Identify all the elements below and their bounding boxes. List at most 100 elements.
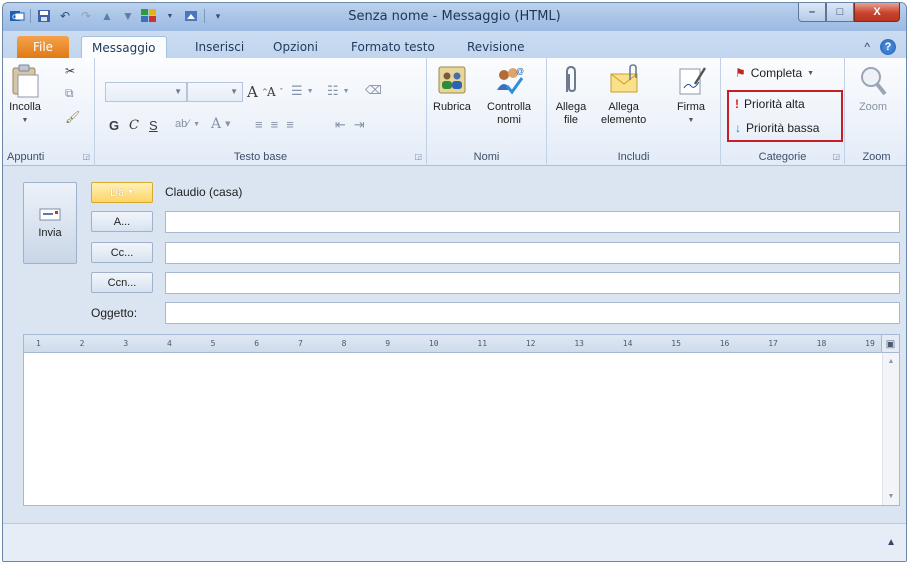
rubrica-button[interactable]: Rubrica [433,64,471,114]
appunti-dialog-launcher-icon[interactable]: ◲ [82,152,90,161]
completa-button[interactable]: ⚑ Completa ▼ [735,66,814,80]
clear-formatting-button[interactable]: ⌫ [365,83,382,97]
signature-icon [679,67,707,95]
scroll-down-icon[interactable]: ▼ [883,488,899,505]
tab-messaggio[interactable]: Messaggio [81,36,167,58]
ruler-mark: 7 [297,339,303,348]
priorita-bassa-button[interactable]: ↓ Priorità bassa [735,121,819,135]
ruler-toggle-icon[interactable]: ▣ [881,335,899,352]
paste-button[interactable]: Incolla ▼ [9,64,41,127]
firma-button[interactable]: Firma ▼ [675,64,707,127]
allega-elemento-button[interactable]: Allega elemento [601,64,646,127]
font-name-combo[interactable]: ▼ [105,82,187,102]
ruler-mark: 18 [816,339,827,348]
shrink-font-button[interactable]: Aˇ [267,85,283,99]
grow-font-button[interactable]: A ^ [247,83,268,101]
bullets-button[interactable]: ☰ ▼ [291,83,314,99]
close-button[interactable]: X [854,3,900,22]
cc-button[interactable]: Cc... [91,242,153,263]
underline-button[interactable]: S [149,118,158,133]
group-includi: Allega file Allega elemento Firma ▼ Incl… [547,58,721,166]
group-label-zoom: Zoom [862,151,891,163]
paperclip-icon [566,65,576,93]
group-zoom: Zoom Zoom [845,58,906,166]
ruler-mark: 8 [341,339,347,348]
bcc-button[interactable]: Ccn... [91,272,153,293]
tab-revisione[interactable]: Revisione [457,36,535,58]
zoom-button[interactable]: Zoom [857,64,889,114]
testo-base-dialog-launcher-icon[interactable]: ◲ [414,152,422,161]
highlight-button[interactable]: ab⁄ ▼ [175,118,200,130]
cut-button[interactable]: ✂ [65,64,75,78]
expand-people-pane-icon[interactable]: ▲ [886,537,896,548]
font-size-dropdown-icon[interactable]: ▼ [230,87,238,96]
numbering-button[interactable]: ☷ ▼ [327,83,350,99]
format-painter-button[interactable]: 🖌 [65,110,80,124]
ribbon-tabs: File Messaggio Inserisci Opzioni Formato… [3,31,906,58]
send-button[interactable]: Invia [23,182,77,264]
categorie-dialog-launcher-icon[interactable]: ◲ [832,152,840,161]
controlla-nomi-button[interactable]: @ Controlla nomi [487,64,531,127]
align-center-icon[interactable]: ≡ [271,117,279,132]
bullets-icon: ☰ [291,83,303,98]
title-bar: o ↶ ↷ ▲ ▼ ▼ ▾ Senza nome - Messaggio (HT… [3,3,906,31]
flag-icon: ⚑ [735,66,746,80]
tab-file[interactable]: File [17,36,69,58]
ruler[interactable]: 1 2 3 4 5 6 7 8 9 10 11 12 13 14 15 16 1… [23,334,900,352]
bcc-field[interactable] [165,272,900,294]
high-importance-icon: ! [735,97,739,111]
tab-formato-testo[interactable]: Formato testo [341,36,445,58]
minimize-button[interactable]: – [798,3,826,22]
help-icon[interactable]: ? [880,39,896,55]
tab-inserisci[interactable]: Inserisci [185,36,254,58]
vertical-scrollbar[interactable]: ▲ ▼ [882,353,899,505]
message-body[interactable]: ▲ ▼ [23,352,900,506]
group-label-categorie: Categorie [758,151,807,163]
priorita-alta-button[interactable]: ! Priorità alta [735,97,805,111]
firma-label: Firma [676,101,706,113]
align-left-icon[interactable]: ≡ [255,117,263,132]
to-field[interactable] [165,211,900,233]
copy-icon: ⧉ [65,86,74,100]
ruler-mark: 3 [123,339,129,348]
minimize-ribbon-icon[interactable]: ^ [864,40,870,54]
italic-label: C [129,118,139,133]
allega-file-button[interactable]: Allega file [555,64,587,127]
completa-label: Completa [750,66,803,80]
decrease-indent-icon[interactable]: ⇤ [335,117,346,133]
maximize-button[interactable]: □ [826,3,854,22]
paste-dropdown-icon[interactable]: ▼ [22,114,29,127]
tab-opzioni[interactable]: Opzioni [263,36,328,58]
subject-field[interactable] [165,302,900,324]
allega-file-label-2: file [563,114,579,126]
font-color-button[interactable]: A ▼ [211,116,231,132]
envelope-attach-icon [610,64,638,93]
controlla-nomi-label-2: nomi [497,114,521,126]
copy-button[interactable]: ⧉ [65,86,74,101]
from-dropdown-icon: ▼ [127,189,134,196]
from-button[interactable]: Da ▼ [91,182,153,203]
firma-dropdown-icon[interactable]: ▼ [688,114,695,127]
cc-field[interactable] [165,242,900,264]
font-name-dropdown-icon[interactable]: ▼ [174,87,182,96]
ruler-scale: 1 2 3 4 5 6 7 8 9 10 11 12 13 14 15 16 1… [36,339,875,348]
ruler-mark: 11 [477,339,488,348]
to-button[interactable]: A... [91,211,153,232]
italic-button[interactable]: C [129,118,139,133]
scissors-icon: ✂ [65,64,76,78]
outlook-message-window: o ↶ ↷ ▲ ▼ ▼ ▾ Senza nome - Messaggio (HT… [2,2,907,562]
ruler-mark: 19 [865,339,875,348]
help-area: ^ ? [864,39,896,55]
ruler-mark: 14 [622,339,633,348]
font-size-combo[interactable]: ▼ [187,82,243,102]
scroll-up-icon[interactable]: ▲ [883,353,899,370]
ruler-mark: 10 [428,339,439,348]
align-right-icon[interactable]: ≡ [286,117,294,132]
send-envelope-icon [39,208,61,221]
from-button-label: Da [110,186,125,199]
allega-elemento-label-2: elemento [601,114,647,126]
increase-indent-icon[interactable]: ⇥ [354,117,365,133]
svg-text:@: @ [516,67,524,76]
completa-dropdown-icon[interactable]: ▼ [807,70,814,77]
bold-button[interactable]: G [109,118,119,133]
